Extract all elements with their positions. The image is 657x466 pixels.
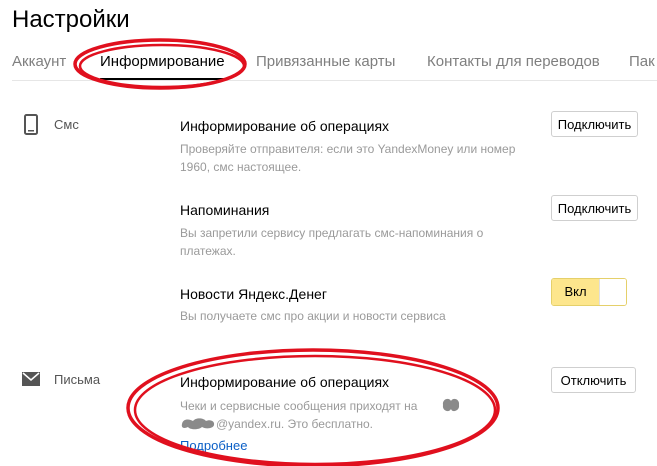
tab-account[interactable]: Аккаунт [12,52,66,72]
envelope-icon [22,372,40,391]
sms-news-description: Вы получаете смс про акции и новости сер… [180,309,446,323]
tab-bar: Аккаунт Информирование Привязанные карты… [12,48,657,81]
page-title: Настройки [12,6,130,33]
sms-news-toggle[interactable]: Вкл [551,278,627,306]
toggle-knob [599,279,626,305]
sms-operations-title: Информирование об операциях [180,118,390,134]
sms-news-title: Новости Яндекс.Денег [180,286,327,302]
section-label-sms: Смс [54,117,79,132]
tab-notifications[interactable]: Информирование [100,52,225,80]
sms-operations-connect-button[interactable]: Подключить [551,111,638,137]
mail-operations-disable-button[interactable]: Отключить [551,367,636,393]
tab-packages[interactable]: Пак [629,52,655,72]
sms-operations-description: Проверяйте отправителя: если это YandexM… [180,142,516,174]
mail-operations-title: Информирование об операциях [180,374,390,390]
sms-reminders-title: Напоминания [180,202,270,218]
sms-reminders-description: Вы запретили сервису предлагать смс-напо… [180,226,484,258]
redacted-email-prefix [180,415,216,436]
redacted-email-mark [440,396,462,419]
phone-icon [24,114,38,140]
more-info-link[interactable]: Подробнее [180,437,247,455]
toggle-on-label: Вкл [552,279,599,305]
tab-linked-cards[interactable]: Привязанные карты [256,52,395,72]
section-label-mail: Письма [54,372,101,387]
mail-operations-description-line2: @yandex.ru. Это бесплатно. [216,417,373,431]
sms-reminders-connect-button[interactable]: Подключить [551,195,638,221]
mail-operations-description-line1: Чеки и сервисные сообщения приходят на [180,399,418,413]
tab-transfer-contacts[interactable]: Контакты для переводов [427,52,600,72]
